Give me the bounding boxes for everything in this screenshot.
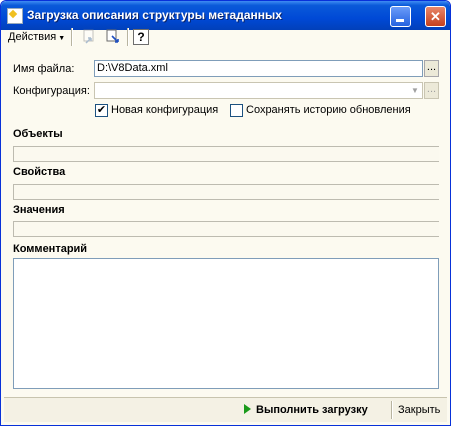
file-label: Имя файла:: [13, 63, 75, 75]
new-config-checkbox[interactable]: ✔: [95, 104, 108, 117]
values-progress-bar: [13, 221, 439, 237]
file-name-input[interactable]: D:\V8Data.xml: [94, 60, 423, 77]
check-icon: ✔: [96, 104, 107, 116]
values-heading: Значения: [13, 204, 65, 216]
comment-heading: Комментарий: [13, 243, 88, 255]
chevron-down-icon: ▼: [58, 35, 66, 42]
properties-heading: Свойства: [13, 166, 66, 178]
bottom-bar: Выполнить загрузку Закрыть: [4, 397, 447, 422]
config-select[interactable]: [94, 82, 423, 99]
chevron-down-icon[interactable]: ▼: [408, 83, 422, 98]
play-icon: [244, 404, 251, 414]
wand-icon: [7, 8, 23, 24]
toolbar-separator: [127, 28, 129, 46]
close-icon: ✕: [430, 9, 441, 24]
dialog-window: Загрузка описания структуры метаданных ✕…: [0, 0, 451, 426]
objects-heading: Объекты: [13, 128, 63, 140]
save-history-label: Сохранять историю обновления: [246, 104, 411, 116]
footer-separator: [391, 401, 393, 419]
close-window-button[interactable]: ✕: [425, 6, 446, 27]
close-button[interactable]: Закрыть: [398, 401, 440, 419]
new-config-label: Новая конфигурация: [111, 104, 219, 116]
properties-progress-bar: [13, 184, 439, 200]
run-import-button[interactable]: Выполнить загрузку: [244, 401, 368, 419]
help-icon[interactable]: ?: [133, 29, 149, 45]
actions-menu[interactable]: Действия ▼: [8, 29, 67, 45]
comment-textarea[interactable]: [13, 258, 439, 389]
save-history-checkbox[interactable]: [230, 104, 243, 117]
toolbar-separator: [71, 28, 73, 46]
minimize-icon: [396, 19, 404, 22]
load-from-file-icon[interactable]: [81, 29, 97, 45]
window-title: Загрузка описания структуры метаданных: [27, 8, 282, 22]
browse-config-button[interactable]: ...: [424, 82, 439, 99]
browse-file-button[interactable]: ...: [424, 60, 439, 77]
minimize-button[interactable]: [390, 6, 411, 27]
actions-menu-label: Действия: [8, 31, 57, 43]
toolbar: Действия ▼ ?: [4, 26, 447, 48]
save-to-file-icon[interactable]: [105, 29, 121, 45]
config-label: Конфигурация:: [13, 85, 90, 97]
run-import-label: Выполнить загрузку: [256, 404, 368, 416]
objects-progress-bar: [13, 146, 439, 162]
